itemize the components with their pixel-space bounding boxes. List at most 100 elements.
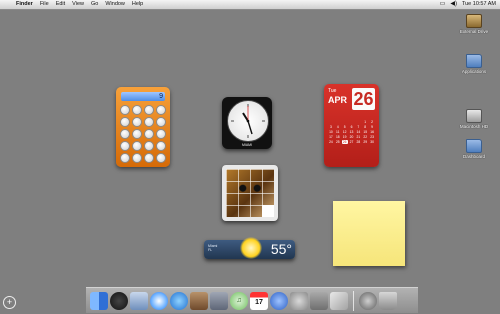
desktop-icon-label: Macintosh HD [459, 124, 489, 129]
display-icon[interactable]: ▭ [440, 0, 446, 9]
calendar-date: 18 [335, 135, 340, 139]
calendar-date: 9 [371, 125, 373, 129]
drive-icon [466, 14, 482, 28]
calculator-key[interactable] [156, 153, 166, 163]
desktop-icon-external-drive[interactable]: External Drive [454, 14, 494, 34]
desktop-icon-label: External Drive [459, 29, 489, 34]
calculator-key[interactable] [156, 129, 166, 139]
calendar-date: 30 [370, 140, 374, 144]
calendar-date: 8 [364, 125, 367, 129]
calendar-blank-cell [335, 120, 341, 124]
calculator-key[interactable] [120, 153, 130, 163]
calculator-key[interactable] [120, 105, 130, 115]
ical-icon[interactable]: 17 [250, 291, 268, 310]
calendar-date: 29 [363, 140, 368, 144]
calendar-blank-cell [342, 120, 348, 124]
folder-icon [466, 139, 482, 153]
calendar-date: 6 [350, 125, 353, 129]
calculator-key[interactable] [144, 105, 154, 115]
calculator-key[interactable] [120, 117, 130, 127]
calculator-key[interactable] [132, 117, 142, 127]
empty-tile[interactable] [262, 205, 274, 217]
calculator-key[interactable] [156, 141, 166, 151]
calculator-key[interactable] [132, 129, 142, 139]
calendar-date: 19 [342, 135, 347, 139]
calculator-key[interactable] [144, 129, 154, 139]
dock: ♫ 17 [86, 287, 418, 313]
calendar-weekday: Tue [328, 88, 337, 94]
calendar-date: 11 [336, 130, 340, 134]
calculator-keypad [120, 105, 166, 163]
weather-temperature: 55° [270, 241, 292, 257]
clock-city-label: MIAMI [241, 143, 253, 147]
calendar-date: 2 [371, 120, 373, 124]
desktop-icon-label: Applications [461, 69, 487, 74]
quicktime-icon[interactable] [270, 291, 288, 310]
calculator-key[interactable] [120, 141, 130, 151]
menu-window[interactable]: Window [105, 0, 125, 9]
calculator-key[interactable] [120, 129, 130, 139]
finder-icon[interactable] [90, 291, 108, 310]
weather-widget[interactable]: Miami FL 55° [204, 237, 295, 259]
dock-separator [353, 290, 354, 311]
menu-finder[interactable]: Finder [16, 0, 33, 9]
calendar-blank-cell [355, 120, 361, 124]
calendar-widget[interactable]: Tue APR 26 1 2 3 4 5 6 7 8 9 10 11 12 13 14 15 16 17 18 19… [324, 84, 379, 167]
calculator-key[interactable] [144, 153, 154, 163]
calculator-key[interactable] [132, 141, 142, 151]
clock-widget[interactable]: MIAMI [222, 97, 272, 149]
calendar-date: 20 [349, 135, 354, 139]
volume-icon[interactable]: ◀) [450, 0, 457, 9]
menu-go[interactable]: Go [91, 0, 98, 9]
menu-file[interactable]: File [40, 0, 49, 9]
calculator-key[interactable] [144, 117, 154, 127]
calendar-date: 21 [356, 135, 361, 139]
desktop-icon-applications[interactable]: Applications [454, 54, 494, 74]
iphoto-icon[interactable] [210, 291, 228, 310]
network-icon[interactable] [359, 291, 377, 310]
calculator-key[interactable] [132, 153, 142, 163]
itunes-icon[interactable]: ♫ [230, 291, 248, 310]
grab-icon[interactable] [310, 291, 328, 310]
calendar-date: 15 [363, 130, 368, 134]
calendar-date: 25 [335, 140, 340, 144]
tile-game-widget[interactable] [222, 165, 278, 221]
calendar-date: 3 [330, 125, 332, 129]
dashboard-icon[interactable] [110, 291, 128, 310]
calendar-blank-cell [349, 120, 355, 124]
calendar-header: Tue APR 26 [328, 88, 375, 116]
weather-state: FL [208, 248, 213, 252]
menu-help[interactable]: Help [132, 0, 143, 9]
calendar-month: APR [328, 95, 348, 105]
calendar-date: 10 [329, 130, 333, 134]
menu-view[interactable]: View [72, 0, 84, 9]
calendar-date: 1 [364, 120, 367, 124]
mail-icon[interactable] [130, 291, 148, 310]
calendar-date: 7 [357, 125, 360, 129]
system-preferences-icon[interactable] [290, 291, 308, 310]
add-widget-button[interactable]: + [3, 296, 16, 309]
calculator-key[interactable] [156, 117, 166, 127]
desktop-icon-dashboard[interactable]: Dashboard [454, 139, 494, 159]
safari-icon[interactable] [150, 291, 168, 310]
calendar-date: 26 [341, 140, 348, 144]
address-book-icon[interactable] [190, 291, 208, 310]
desktop-icon-macintosh-hd[interactable]: Macintosh HD [454, 109, 494, 129]
folder-icon [466, 54, 482, 68]
desktop-icon-label: Dashboard [462, 154, 485, 159]
calendar-date: 14 [356, 130, 361, 134]
stickies-widget[interactable] [333, 201, 405, 266]
calculator-key[interactable] [144, 141, 154, 151]
calculator-widget[interactable]: 9 [116, 87, 170, 167]
calendar-date: 22 [363, 135, 368, 139]
menu-edit[interactable]: Edit [56, 0, 65, 9]
text-edit-icon[interactable] [330, 291, 348, 310]
menu-clock[interactable]: Tue 10:57 AM [462, 0, 496, 9]
ichat-icon[interactable] [170, 291, 188, 310]
trash-icon[interactable] [379, 291, 397, 310]
calculator-key[interactable] [156, 105, 166, 115]
calendar-date: 5 [343, 125, 346, 129]
calendar-date: 16 [370, 130, 374, 134]
calculator-key[interactable] [132, 105, 142, 115]
menu-extras: ▭ ◀) Tue 10:57 AM [440, 0, 496, 9]
